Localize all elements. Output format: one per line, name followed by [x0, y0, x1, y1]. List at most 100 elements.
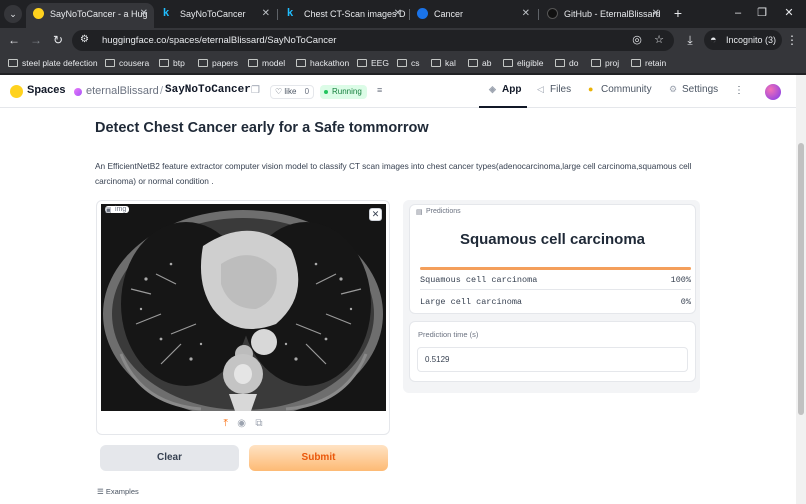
- bookmark-folder[interactable]: eligible: [503, 52, 543, 74]
- examples-header[interactable]: ☰ Examples: [97, 487, 139, 496]
- tab-files[interactable]: ◁Files: [537, 84, 571, 95]
- folder-icon: [198, 59, 208, 67]
- files-icon: ◁: [537, 84, 544, 95]
- community-icon: ●: [588, 84, 593, 94]
- web-page: Spaces eternalBlissard / SayNoToCancer ❐…: [0, 75, 796, 504]
- bookmarks-bar: steel plate defection cousera btp papers…: [0, 52, 806, 74]
- bookmark-folder[interactable]: btp: [159, 52, 185, 74]
- close-window-icon[interactable]: ✕: [781, 4, 797, 22]
- image-input-label: ▣img: [105, 206, 129, 213]
- minimize-icon[interactable]: –: [730, 4, 746, 22]
- kaggle-favicon-icon: k: [163, 8, 174, 19]
- back-icon[interactable]: ←: [6, 32, 22, 48]
- browser-menu-icon[interactable]: ⋮: [784, 32, 800, 48]
- more-options-icon[interactable]: ⋮: [734, 85, 744, 96]
- bookmark-folder[interactable]: kal: [431, 52, 456, 74]
- address-bar[interactable]: ⚙ huggingface.co/spaces/eternalBlissard/…: [72, 30, 674, 51]
- folder-icon: [8, 59, 18, 67]
- tab-close-icon[interactable]: ✕: [262, 3, 270, 25]
- tab-close-icon[interactable]: ✕: [522, 3, 530, 25]
- image-input[interactable]: ▣img ✕ ⤒ ◉ ⧉: [96, 200, 390, 435]
- incognito-profile-button[interactable]: ◓ Incognito (3): [704, 30, 782, 50]
- github-favicon-icon: [547, 8, 558, 19]
- site-info-icon[interactable]: ⚙: [80, 33, 94, 47]
- huggingface-logo-icon[interactable]: [10, 85, 23, 98]
- bookmark-folder[interactable]: model: [248, 52, 285, 74]
- page-title: Detect Chest Cancer early for a Safe tom…: [95, 120, 429, 136]
- label-icon: ▤: [416, 208, 423, 216]
- divider: [420, 289, 691, 290]
- page-scrollbar[interactable]: [796, 75, 806, 504]
- bookmark-folder[interactable]: do: [555, 52, 578, 74]
- list-icon: ☰: [97, 487, 104, 496]
- tab-separator: [538, 9, 539, 20]
- tab-search-icon[interactable]: ⌄: [4, 5, 22, 23]
- tab-settings[interactable]: ⚙Settings: [669, 84, 718, 95]
- tab-separator: [277, 9, 278, 20]
- url-text[interactable]: huggingface.co/spaces/eternalBlissard/Sa…: [102, 30, 336, 51]
- webcam-icon[interactable]: ◉: [237, 418, 246, 429]
- prediction-time-field[interactable]: 0.5129: [417, 347, 688, 372]
- forward-icon[interactable]: →: [28, 32, 44, 48]
- bookmark-folder[interactable]: cousera: [105, 52, 149, 74]
- huggingface-favicon-icon: [33, 8, 44, 19]
- download-icon[interactable]: ⤓: [682, 32, 698, 48]
- clear-button[interactable]: Clear: [100, 445, 239, 471]
- top-prediction: Squamous cell carcinoma: [410, 231, 695, 248]
- gear-icon: ⚙: [669, 84, 677, 95]
- submit-button[interactable]: Submit: [249, 445, 388, 471]
- tab-close-icon[interactable]: ✕: [652, 3, 660, 25]
- user-avatar[interactable]: [765, 84, 781, 100]
- folder-icon: [468, 59, 478, 67]
- spaces-link[interactable]: Spaces: [27, 84, 66, 96]
- folder-icon: [397, 59, 407, 67]
- image-source-toolbar: ⤒ ◉ ⧉: [97, 415, 389, 433]
- tab-chest-ct-scan[interactable]: k Chest CT-Scan images D ✕: [280, 3, 408, 28]
- tab-title: SayNoToCancer - a Hug: [50, 3, 154, 25]
- repo-name[interactable]: SayNoToCancer: [165, 84, 251, 96]
- maximize-icon[interactable]: ❐: [754, 4, 770, 22]
- predictions-output: ▤Predictions Squamous cell carcinoma Squ…: [409, 204, 696, 314]
- tab-github[interactable]: GitHub - EternalBlissard ✕: [540, 3, 666, 28]
- reload-icon[interactable]: ↻: [50, 32, 66, 48]
- bookmark-folder[interactable]: retain: [631, 52, 666, 74]
- owner-link[interactable]: eternalBlissard: [86, 85, 159, 97]
- predictions-label: ▤Predictions: [416, 208, 461, 215]
- bookmark-star-icon[interactable]: ☆: [652, 33, 666, 47]
- tab-community[interactable]: ●Community: [588, 84, 652, 95]
- bookmark-folder[interactable]: papers: [198, 52, 238, 74]
- new-tab-button[interactable]: +: [670, 4, 686, 22]
- bookmark-folder[interactable]: EEG: [357, 52, 389, 74]
- browser-toolbar: ← → ↻ ⚙ huggingface.co/spaces/eternalBli…: [0, 28, 806, 52]
- app-icon: ◈: [489, 84, 496, 95]
- bookmark-folder[interactable]: proj: [591, 52, 619, 74]
- clipboard-icon[interactable]: ⧉: [255, 418, 262, 429]
- ct-scan-image: [101, 204, 386, 411]
- app-description: An EfficientNetB2 feature extractor comp…: [95, 159, 705, 189]
- tab-close-icon[interactable]: ✕: [394, 3, 402, 25]
- prediction-row: Large cell carcinoma 0%: [420, 297, 691, 307]
- path-separator: /: [160, 85, 163, 97]
- scrollbar-thumb[interactable]: [798, 143, 804, 415]
- tab-strip: ⌄ SayNoToCancer - a Hug ✕ k SayNoToCance…: [0, 0, 806, 28]
- prediction-time-label: Prediction time (s): [418, 330, 478, 339]
- eye-off-icon[interactable]: ◎: [630, 33, 644, 47]
- confidence-bar-fill: [420, 267, 691, 270]
- like-count: 0: [305, 87, 309, 96]
- logs-icon[interactable]: ≡: [377, 85, 382, 95]
- tab-close-icon[interactable]: ✕: [140, 3, 148, 25]
- bookmark-folder[interactable]: hackathon: [296, 52, 349, 74]
- like-button[interactable]: ♡ like 0: [270, 85, 314, 99]
- hf-header: Spaces eternalBlissard / SayNoToCancer ❐…: [0, 75, 796, 108]
- remove-image-icon[interactable]: ✕: [369, 208, 382, 221]
- bookmark-folder[interactable]: steel plate defection: [8, 52, 98, 74]
- tab-saynotocancer-hf[interactable]: SayNoToCancer - a Hug ✕: [26, 3, 154, 28]
- tab-saynotocancer-kaggle[interactable]: k SayNoToCancer ✕: [156, 3, 276, 28]
- tab-cancer[interactable]: Cancer ✕: [410, 3, 536, 28]
- copy-icon[interactable]: ❐: [251, 85, 260, 96]
- output-panel: ▤Predictions Squamous cell carcinoma Squ…: [403, 200, 700, 393]
- upload-icon[interactable]: ⤒: [224, 418, 228, 429]
- bookmark-folder[interactable]: ab: [468, 52, 491, 74]
- bookmark-folder[interactable]: cs: [397, 52, 420, 74]
- tab-app[interactable]: ◈App: [489, 84, 521, 95]
